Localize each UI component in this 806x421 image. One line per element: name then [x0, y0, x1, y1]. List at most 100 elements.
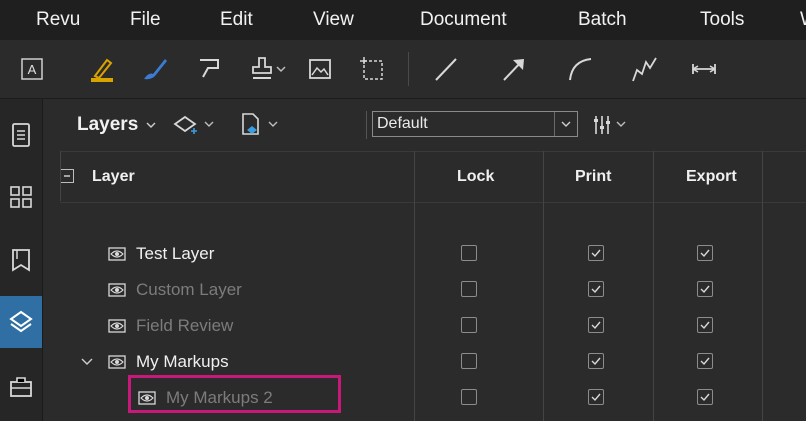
lock-checkbox[interactable]	[461, 317, 477, 333]
eye-icon	[108, 283, 126, 297]
expand-toggle[interactable]	[80, 355, 94, 374]
print-checkbox[interactable]	[588, 389, 604, 405]
dimension-icon	[692, 64, 716, 74]
menu-file[interactable]: File	[130, 0, 161, 40]
export-checkbox[interactable]	[697, 389, 713, 405]
collapse-all-button[interactable]	[60, 169, 74, 183]
column-header-lock[interactable]: Lock	[457, 152, 494, 202]
polyline-icon	[632, 57, 657, 82]
dashed-rectangle-icon	[360, 57, 383, 80]
dashed-rectangle-tool[interactable]	[352, 40, 392, 98]
column-header-layer[interactable]: Layer	[92, 152, 135, 202]
toolchest-icon	[10, 377, 32, 397]
layer-options-button[interactable]	[591, 99, 633, 151]
layer-row[interactable]: Custom Layer	[60, 272, 806, 308]
file-list-icon	[12, 123, 30, 147]
visibility-toggle[interactable]	[108, 317, 126, 340]
print-checkbox[interactable]	[588, 245, 604, 261]
checkmark-icon	[591, 357, 601, 366]
visibility-toggle[interactable]	[108, 245, 126, 268]
arc-tool[interactable]	[560, 40, 600, 98]
pen-icon	[144, 59, 167, 80]
file-access-tab[interactable]	[0, 109, 42, 161]
column-header-print[interactable]: Print	[575, 152, 611, 202]
header-separator	[366, 111, 367, 139]
lock-checkbox[interactable]	[461, 389, 477, 405]
add-layer-icon	[173, 115, 214, 134]
layer-preset-value: Default	[377, 115, 428, 132]
print-checkbox[interactable]	[588, 353, 604, 369]
layer-name[interactable]: Custom Layer	[136, 272, 242, 308]
checkmark-icon	[700, 285, 710, 294]
page-layer-icon	[242, 113, 278, 135]
svg-text:A: A	[28, 62, 37, 77]
column-header-export[interactable]: Export	[686, 152, 737, 202]
text-box-tool[interactable]: A	[14, 40, 50, 98]
checkmark-icon	[700, 249, 710, 258]
checkmark-icon	[700, 357, 710, 366]
dimension-tool[interactable]	[684, 40, 724, 98]
chevron-down-icon	[146, 122, 156, 128]
layer-preset-dropdown[interactable]	[554, 112, 577, 136]
checkmark-icon	[591, 249, 601, 258]
toolchest-tab[interactable]	[0, 361, 42, 413]
callout-tool[interactable]	[190, 40, 230, 98]
highlight-box	[128, 375, 341, 413]
new-layer-button[interactable]	[173, 99, 217, 151]
layer-from-page-button[interactable]	[239, 99, 283, 151]
highlight-tool[interactable]	[82, 40, 122, 98]
layer-preset-select[interactable]: Default	[372, 111, 578, 137]
panel-title-dropdown[interactable]	[145, 99, 157, 151]
bookmarks-tab[interactable]	[0, 234, 42, 286]
callout-icon	[200, 59, 219, 78]
panel-title[interactable]: Layers	[77, 99, 138, 151]
layer-row[interactable]: Test Layer	[60, 236, 806, 272]
print-checkbox[interactable]	[588, 317, 604, 333]
chevron-down-icon	[561, 121, 571, 127]
line-icon	[435, 58, 457, 81]
layers-grid-header: Layer Lock Print Export	[60, 151, 806, 203]
thumbnails-tab[interactable]	[0, 171, 42, 223]
layer-name[interactable]: Test Layer	[136, 236, 214, 272]
layer-row[interactable]: Field Review	[60, 308, 806, 344]
lock-checkbox[interactable]	[461, 245, 477, 261]
menu-batch[interactable]: Batch	[578, 0, 627, 40]
lock-checkbox[interactable]	[461, 353, 477, 369]
image-tool[interactable]	[300, 40, 340, 98]
export-checkbox[interactable]	[697, 245, 713, 261]
export-checkbox[interactable]	[697, 353, 713, 369]
panel-tab-bar	[0, 99, 43, 421]
menu-edit[interactable]: Edit	[220, 0, 253, 40]
export-checkbox[interactable]	[697, 281, 713, 297]
eye-icon	[108, 247, 126, 261]
menu-window[interactable]: W	[800, 0, 806, 40]
lock-checkbox[interactable]	[461, 281, 477, 297]
menu-bar: Revu File Edit View Document Batch Tools…	[0, 0, 806, 40]
arrow-tool[interactable]	[494, 40, 534, 98]
highlight-pen-icon	[91, 58, 113, 82]
visibility-toggle[interactable]	[108, 281, 126, 304]
layers-icon	[9, 310, 33, 333]
checkmark-icon	[591, 393, 601, 402]
arrow-icon	[503, 59, 524, 81]
visibility-toggle[interactable]	[108, 353, 126, 376]
sliders-icon	[594, 116, 626, 134]
print-checkbox[interactable]	[588, 281, 604, 297]
layers-panel-header: Layers Default	[43, 99, 806, 151]
menu-view[interactable]: View	[313, 0, 354, 40]
menu-revu[interactable]: Revu	[36, 0, 80, 40]
eye-icon	[108, 319, 126, 333]
menu-document[interactable]: Document	[420, 0, 507, 40]
line-tool[interactable]	[426, 40, 466, 98]
toolbar-separator	[408, 52, 409, 86]
layers-tab[interactable]	[0, 296, 42, 348]
export-checkbox[interactable]	[697, 317, 713, 333]
pen-tool[interactable]	[134, 40, 174, 98]
bookmarks-icon	[12, 249, 30, 272]
layer-name[interactable]: Field Review	[136, 308, 233, 344]
polyline-tool[interactable]	[624, 40, 664, 98]
menu-tools[interactable]: Tools	[700, 0, 744, 40]
stamp-tool[interactable]	[244, 40, 296, 98]
layer-row[interactable]: My Markups 2	[60, 375, 806, 416]
minus-icon	[64, 175, 70, 177]
